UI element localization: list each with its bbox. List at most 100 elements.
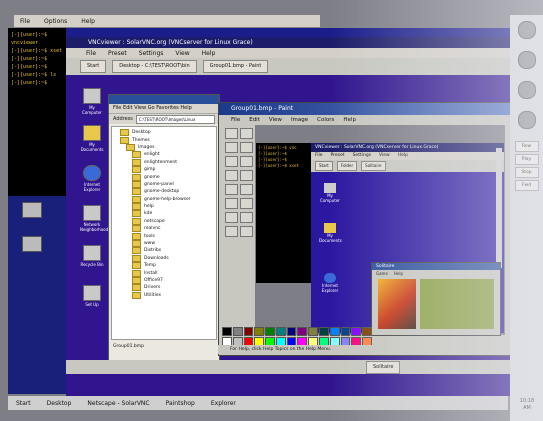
vnc-menu-view[interactable]: View [175, 50, 189, 57]
tree-item[interactable]: gnome-desktop [120, 188, 216, 196]
tree-item[interactable]: tools [120, 232, 216, 240]
paint-menu-edit[interactable]: Edit [249, 115, 260, 125]
tree-item[interactable]: Themes [120, 136, 216, 144]
pencil-tool-icon[interactable] [225, 170, 238, 181]
eraser-tool-icon[interactable] [225, 142, 238, 153]
tree-item[interactable]: Temp [120, 262, 216, 270]
curve-tool-icon[interactable] [240, 198, 253, 209]
outer-menu-file[interactable]: File [20, 18, 30, 25]
desktop-icon-network[interactable]: Network Neighborhood [80, 205, 108, 232]
explorer-title-bar[interactable] [109, 95, 219, 104]
palette-color-swatch[interactable] [222, 327, 232, 336]
palette-color-swatch[interactable] [286, 327, 297, 336]
vnc-menu-settings[interactable]: Settings [139, 50, 164, 57]
folder-tree[interactable]: Desktop Themes Images enlight enlightenment g… [111, 126, 217, 340]
taskbar-solitaire[interactable]: Solitaire [366, 360, 401, 374]
tree-item[interactable]: enlightenment [120, 158, 216, 166]
forward-button[interactable]: Fwd [514, 180, 539, 191]
tree-item[interactable]: gnome-panel [120, 180, 216, 188]
rectangle-tool-icon[interactable] [225, 212, 238, 223]
palette-color-swatch[interactable] [243, 327, 254, 336]
outer-menu-help[interactable]: Help [81, 18, 95, 25]
palette-color-swatch[interactable] [232, 327, 243, 336]
tree-item-label: gimp [144, 167, 156, 173]
taskbar-desktop[interactable]: Desktop - C:\TEST\ROOT\bin [112, 60, 197, 73]
airbrush-tool-icon[interactable] [225, 184, 238, 195]
outer-task-netscape[interactable]: Netscape - SolarVNC [87, 400, 149, 407]
picker-tool-icon[interactable] [225, 156, 238, 167]
desktop-icon-recycle-bin[interactable]: Recycle Bin [80, 245, 104, 267]
magnifier-tool-icon[interactable] [240, 156, 253, 167]
desktop-icon-setup[interactable]: Set Up [80, 285, 104, 307]
tree-item[interactable]: www [120, 240, 216, 248]
tree-item[interactable]: Office97 [120, 277, 216, 284]
paint-menu-help[interactable]: Help [343, 115, 356, 125]
close-icon[interactable] [517, 21, 536, 39]
free-select-tool-icon[interactable] [240, 128, 253, 139]
computer-icon[interactable] [22, 202, 42, 218]
palette-color-swatch[interactable] [362, 327, 372, 336]
play-button[interactable]: Play [514, 154, 539, 165]
tree-item[interactable]: gnome [120, 173, 216, 181]
palette-color-swatch[interactable] [275, 327, 286, 336]
paint-menu-colors[interactable]: Colors [317, 115, 334, 125]
paint-menu-view[interactable]: View [269, 115, 282, 125]
palette-color-swatch[interactable] [319, 327, 329, 336]
tree-item[interactable]: gimp [120, 166, 216, 174]
brush-tool-icon[interactable] [240, 170, 253, 181]
vnc-menu-file[interactable]: File [86, 50, 96, 57]
outer-task-explorer[interactable]: Explorer [211, 400, 236, 407]
paint-menu-file[interactable]: File [231, 115, 240, 125]
tree-item[interactable]: Desktop [120, 129, 216, 137]
globe-icon[interactable] [517, 51, 536, 69]
outer-task-desktop[interactable]: Desktop [47, 400, 72, 407]
paint-menu-image[interactable]: Image [291, 115, 308, 125]
outer-menu-options[interactable]: Options [44, 18, 67, 25]
rewind-button[interactable]: Rew [514, 141, 539, 152]
mail-icon[interactable] [517, 111, 536, 129]
ellipse-tool-icon[interactable] [225, 226, 238, 237]
paint-title-bar[interactable]: Group01.bmp - Paint [219, 103, 521, 115]
tree-item[interactable]: Downloads [120, 254, 216, 262]
tree-item[interactable]: realvnc [120, 225, 216, 233]
line-tool-icon[interactable] [225, 198, 238, 209]
start-button[interactable]: Start [80, 60, 107, 73]
search-icon[interactable] [517, 81, 536, 99]
palette-color-swatch[interactable] [351, 327, 362, 336]
tree-item[interactable]: kde [120, 210, 216, 218]
tree-item[interactable]: Drivers [120, 284, 216, 292]
rounded-rect-tool-icon[interactable] [240, 226, 253, 237]
vnc-menu-help[interactable]: Help [202, 50, 216, 57]
palette-color-swatch[interactable] [297, 327, 308, 336]
address-input[interactable]: C:\TEST\ROOT\Images\Linux [135, 114, 215, 124]
left-terminal[interactable]: [-]{user}:~$ vncviewer [-]{user}:~$ xset… [8, 28, 66, 196]
palette-color-swatch[interactable] [308, 327, 319, 336]
stop-button[interactable]: Stop [514, 167, 539, 178]
tree-item[interactable]: Install [120, 269, 216, 277]
desktop-icon-internet[interactable]: Internet Explorer [80, 165, 104, 192]
tree-item[interactable]: Images [120, 143, 216, 151]
tree-item[interactable]: enlight [120, 151, 216, 159]
outer-start-button[interactable]: Start [16, 400, 31, 407]
palette-color-swatch[interactable] [254, 327, 265, 336]
text-tool-icon[interactable] [240, 184, 253, 195]
vnc-menu-preset[interactable]: Preset [108, 50, 127, 57]
tree-item[interactable]: Utilities [120, 291, 216, 299]
tree-item[interactable]: netscape [120, 217, 216, 225]
tree-item[interactable]: Distribs [120, 247, 216, 255]
tree-item[interactable]: help [120, 203, 216, 211]
fill-tool-icon[interactable] [240, 142, 253, 153]
explorer-menubar[interactable]: File Edit View Go Favorites Help [109, 104, 219, 114]
desktop-icon-my-documents[interactable]: My Documents [80, 125, 104, 152]
palette-color-swatch[interactable] [265, 327, 275, 336]
palette-color-swatch[interactable] [329, 327, 340, 336]
polygon-tool-icon[interactable] [240, 212, 253, 223]
tree-item[interactable]: gnome-help-browser [120, 195, 216, 203]
taskbar-paint[interactable]: Group01.bmp - Paint [202, 60, 269, 73]
network-icon[interactable] [22, 236, 42, 252]
nested-vertical-scrollbar[interactable] [496, 148, 502, 268]
desktop-icon-my-computer[interactable]: My Computer [80, 88, 104, 115]
palette-color-swatch[interactable] [340, 327, 351, 336]
outer-task-paintshop[interactable]: Paintshop [166, 400, 195, 407]
select-tool-icon[interactable] [225, 128, 238, 139]
